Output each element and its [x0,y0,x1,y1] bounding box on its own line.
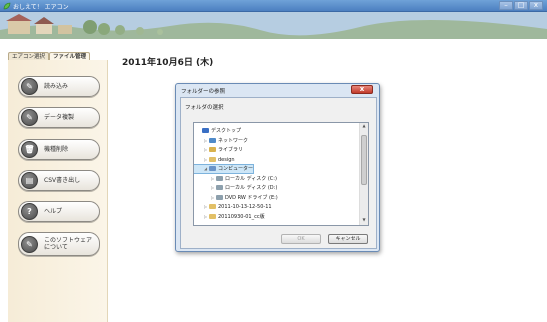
about-button-label: このソフトウェア について [44,237,93,251]
maximize-button[interactable]: □ [514,1,528,10]
delete-model-button-label: 機種削除 [44,146,69,153]
tree-item-label: ライブラリ [218,147,244,153]
folder-icon [209,137,216,143]
folder-icon [209,204,216,209]
question-icon: ? [21,203,38,220]
folder-icon [209,166,216,171]
scroll-up-icon[interactable]: ▲ [360,123,368,131]
about-button[interactable]: ✎ このソフトウェア について [18,232,100,256]
tree-item[interactable]: ▷ ローカル ディスク (C:) [194,175,277,183]
tree-item-label: DVD RW ドライブ (E:) [225,194,278,201]
folder-icon [209,156,216,162]
folder-browse-dialog: フォルダーの参照 x フォルダの選択 ▲ ▼ デスクトップ ▷ ネットワーク ▷ ライブ… [175,83,380,252]
tree-item-label: ローカル ディスク (C:) [225,175,277,182]
help-button-label: ヘルプ [44,208,63,215]
current-date: 2011年10月6日 (木) [122,58,214,68]
scroll-thumb[interactable] [361,135,367,185]
dialog-title: フォルダーの参照 [181,89,226,95]
tree-item[interactable]: ▷ 20110930-01_cc版 [194,213,265,221]
duplicate-data-button-label: データ複製 [44,114,75,121]
tree-item-label: コンピューター [218,166,254,172]
scroll-down-icon[interactable]: ▼ [360,217,368,225]
ok-button[interactable]: OK [281,234,321,244]
minimize-button[interactable]: – [499,1,513,10]
app-leaf-icon [3,2,11,10]
folder-icon [209,213,216,219]
tree-item[interactable]: ▷ ローカル ディスク (D:) [194,184,277,192]
dialog-close-button[interactable]: x [351,85,373,94]
folder-icon [216,194,223,200]
csv-export-button[interactable]: ▤ CSV書き出し [18,170,100,191]
delete-model-button[interactable]: 🗑 機種削除 [18,139,100,160]
close-button[interactable]: x [529,1,543,10]
dialog-prompt: フォルダの選択 [185,105,224,111]
load-button[interactable]: ✎ 読み込み [18,76,100,97]
trash-icon: 🗑 [21,141,38,158]
folder-icon [216,185,223,190]
pencil-icon: ✎ [21,109,38,126]
tree-item[interactable]: ▷ ライブラリ [194,146,243,154]
pencil-icon: ✎ [21,235,38,253]
tree-item[interactable]: ▷ design [194,156,235,164]
folder-icon [202,128,209,133]
tree-scrollbar[interactable]: ▲ ▼ [359,123,368,225]
header-banner [0,12,547,39]
tree-item[interactable]: デスクトップ [194,127,241,135]
tree-item[interactable]: ◢ コンピューター [194,164,255,174]
tree-item-label: 2011-10-13-12-50-11 [218,204,272,210]
tree-item-label: ネットワーク [218,137,249,144]
csv-export-button-label: CSV書き出し [44,177,81,184]
tree-item[interactable]: ▷ ネットワーク [194,137,248,145]
tree-item-label: デスクトップ [211,128,242,134]
window-title: おしえて！ エアコン [13,4,69,11]
pencil-icon: ✎ [21,78,38,95]
document-icon: ▤ [21,172,38,189]
title-bar: おしえて！ エアコン – □ x [0,0,547,12]
folder-tree[interactable]: ▲ ▼ デスクトップ ▷ ネットワーク ▷ ライブラリ ▷ design ◢ コンピューター ▷ ロ… [193,122,369,226]
load-button-label: 読み込み [44,83,69,90]
tree-item-label: design [218,156,235,163]
cancel-button[interactable]: キャンセル [328,234,368,244]
tree-item[interactable]: ▷ 2011-10-13-12-50-11 [194,203,272,211]
tree-item[interactable]: ▷ DVD RW ドライブ (E:) [194,194,278,202]
tree-item-label: ローカル ディスク (D:) [225,185,278,191]
sidebar [8,60,108,322]
duplicate-data-button[interactable]: ✎ データ複製 [18,107,100,128]
help-button[interactable]: ? ヘルプ [18,201,100,222]
tree-item-label: 20110930-01_cc版 [218,213,265,220]
townscape-illustration [0,12,547,39]
folder-icon [209,147,216,152]
folder-icon [216,175,223,181]
